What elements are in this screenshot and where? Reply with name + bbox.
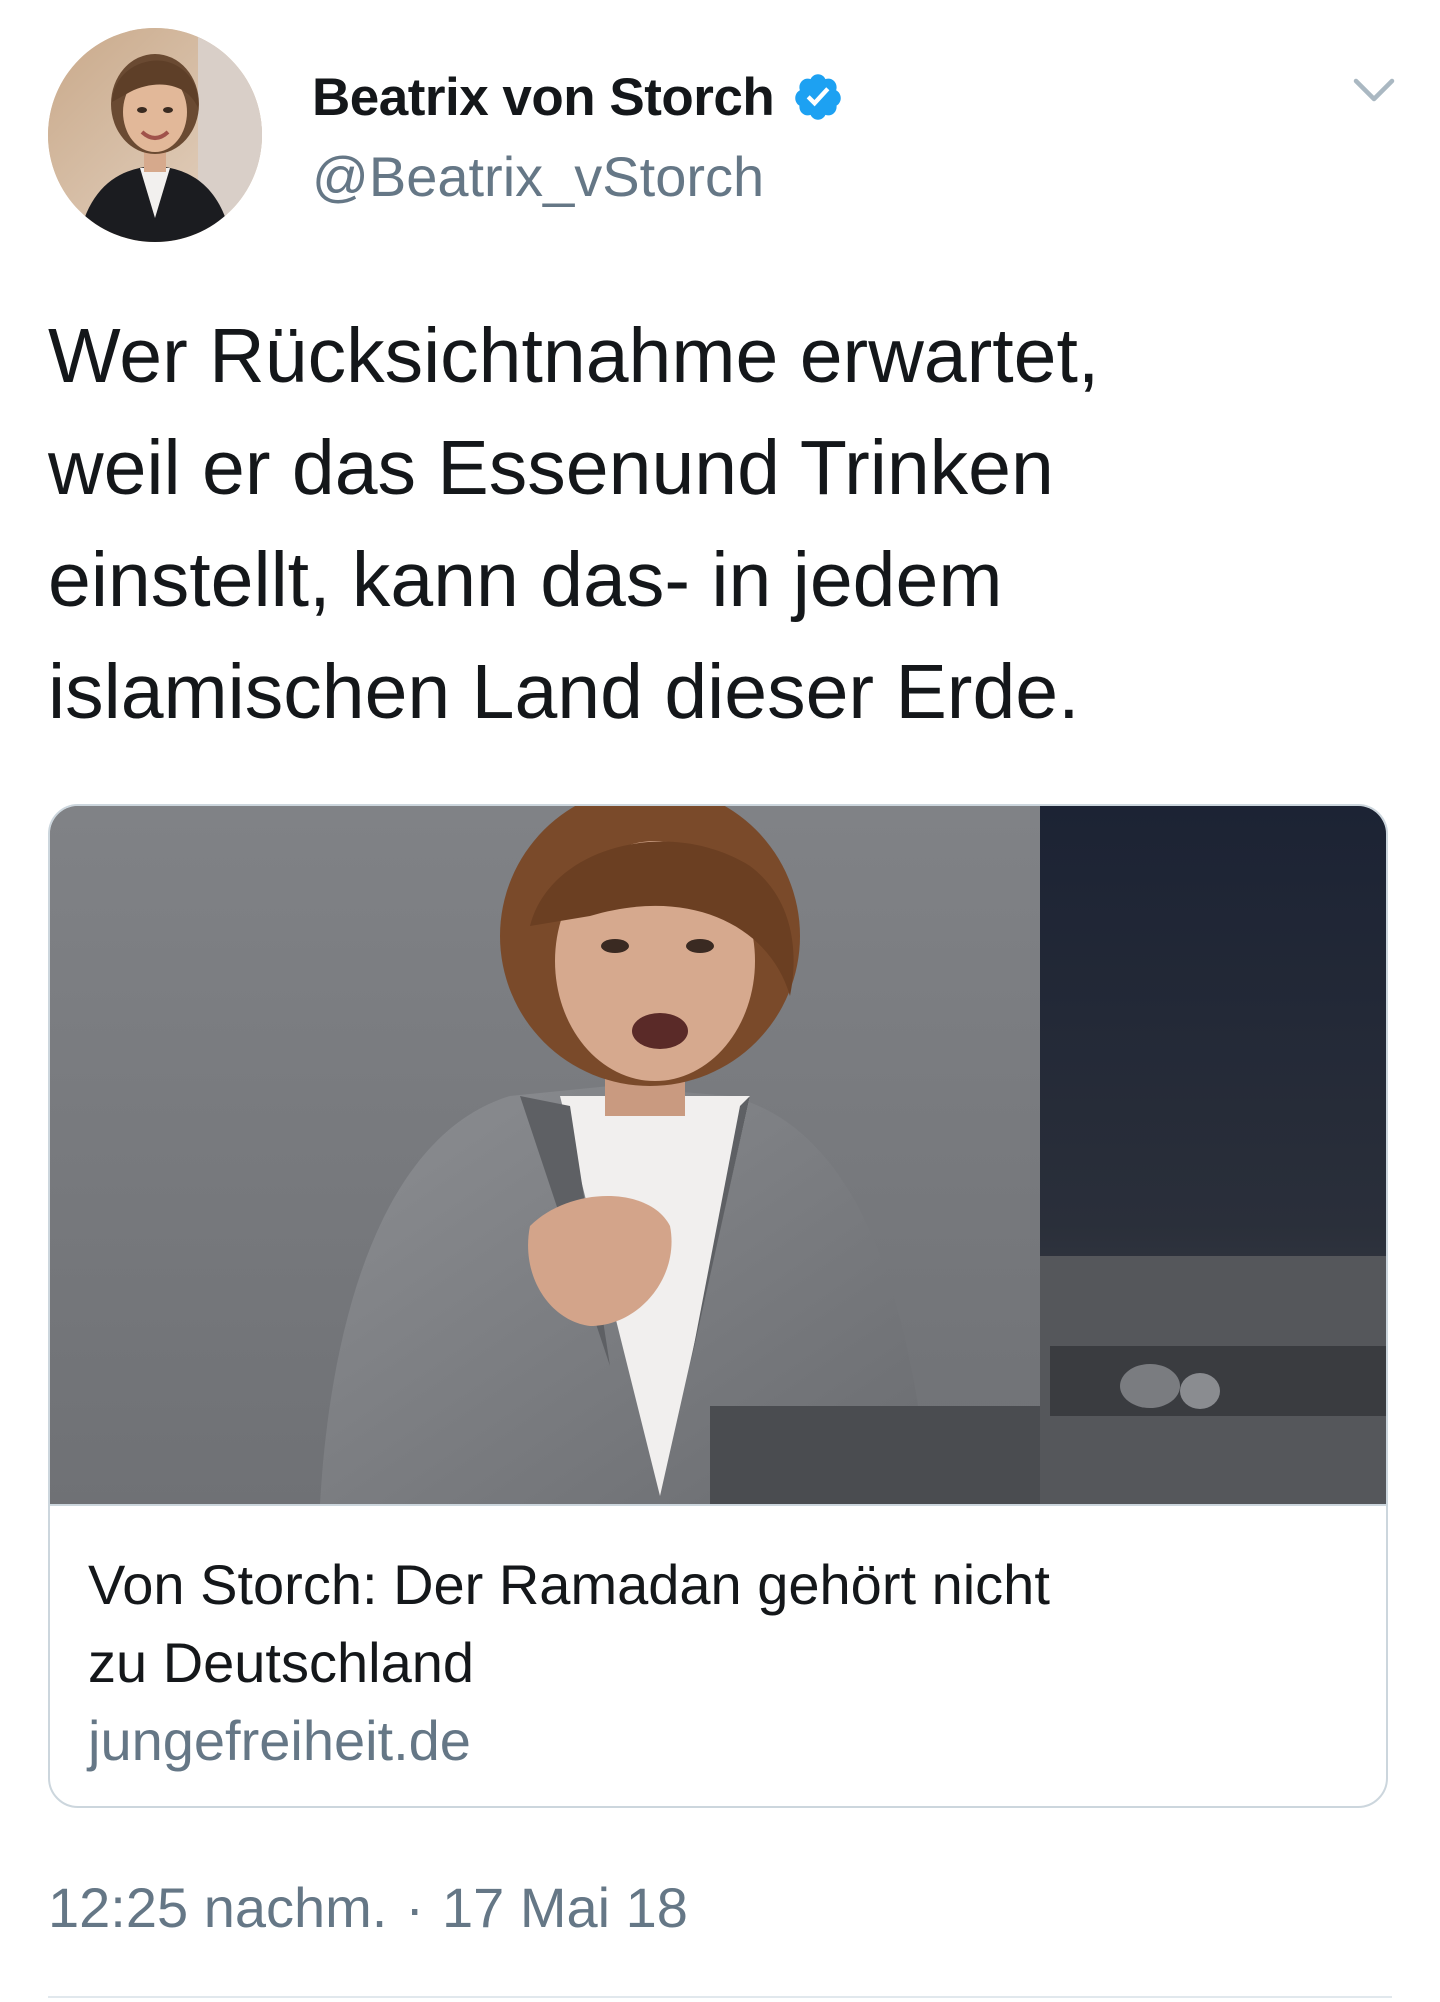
tweet-menu-button[interactable] — [1344, 60, 1404, 120]
author-name-row[interactable]: Beatrix von Storch — [312, 62, 844, 132]
speaker-photo — [50, 806, 1386, 1504]
author-avatar[interactable] — [48, 28, 262, 242]
tweet-text: Wer Rücksichtnahme erwartet, weil er das… — [48, 300, 1388, 748]
timestamp-separator: · — [405, 1876, 424, 1939]
card-divider — [50, 1504, 1386, 1506]
card-image[interactable] — [50, 806, 1386, 1504]
link-preview-card[interactable]: Von Storch: Der Ramadan gehört nicht zu … — [48, 804, 1388, 1808]
author-handle[interactable]: @Beatrix_vStorch — [312, 144, 764, 209]
avatar-photo — [48, 28, 262, 242]
verified-badge-icon — [792, 71, 844, 123]
tweet-text-line: weil er das Essenund Trinken — [48, 425, 1054, 511]
tweet: Beatrix von Storch @Beatrix_vStorch Wer … — [0, 0, 1440, 2002]
chevron-down-icon — [1353, 78, 1395, 102]
tweet-text-line: Wer Rücksichtnahme erwartet, — [48, 313, 1100, 399]
timestamp-date: 17 Mai 18 — [442, 1876, 688, 1939]
timestamp-time: 12:25 nachm. — [48, 1876, 388, 1939]
card-domain[interactable]: jungefreiheit.de — [88, 1706, 471, 1776]
author-display-name[interactable]: Beatrix von Storch — [312, 67, 775, 128]
tweet-text-line: islamischen Land dieser Erde. — [48, 649, 1080, 735]
card-title-line: Von Storch: Der Ramadan gehört nicht — [88, 1553, 1050, 1616]
tweet-timestamp[interactable]: 12:25 nachm. · 17 Mai 18 — [48, 1870, 688, 1946]
card-title[interactable]: Von Storch: Der Ramadan gehört nicht zu … — [88, 1546, 1188, 1702]
bottom-divider — [48, 1996, 1392, 1998]
card-title-line: zu Deutschland — [88, 1631, 475, 1694]
tweet-text-line: einstellt, kann das- in jedem — [48, 537, 1003, 623]
